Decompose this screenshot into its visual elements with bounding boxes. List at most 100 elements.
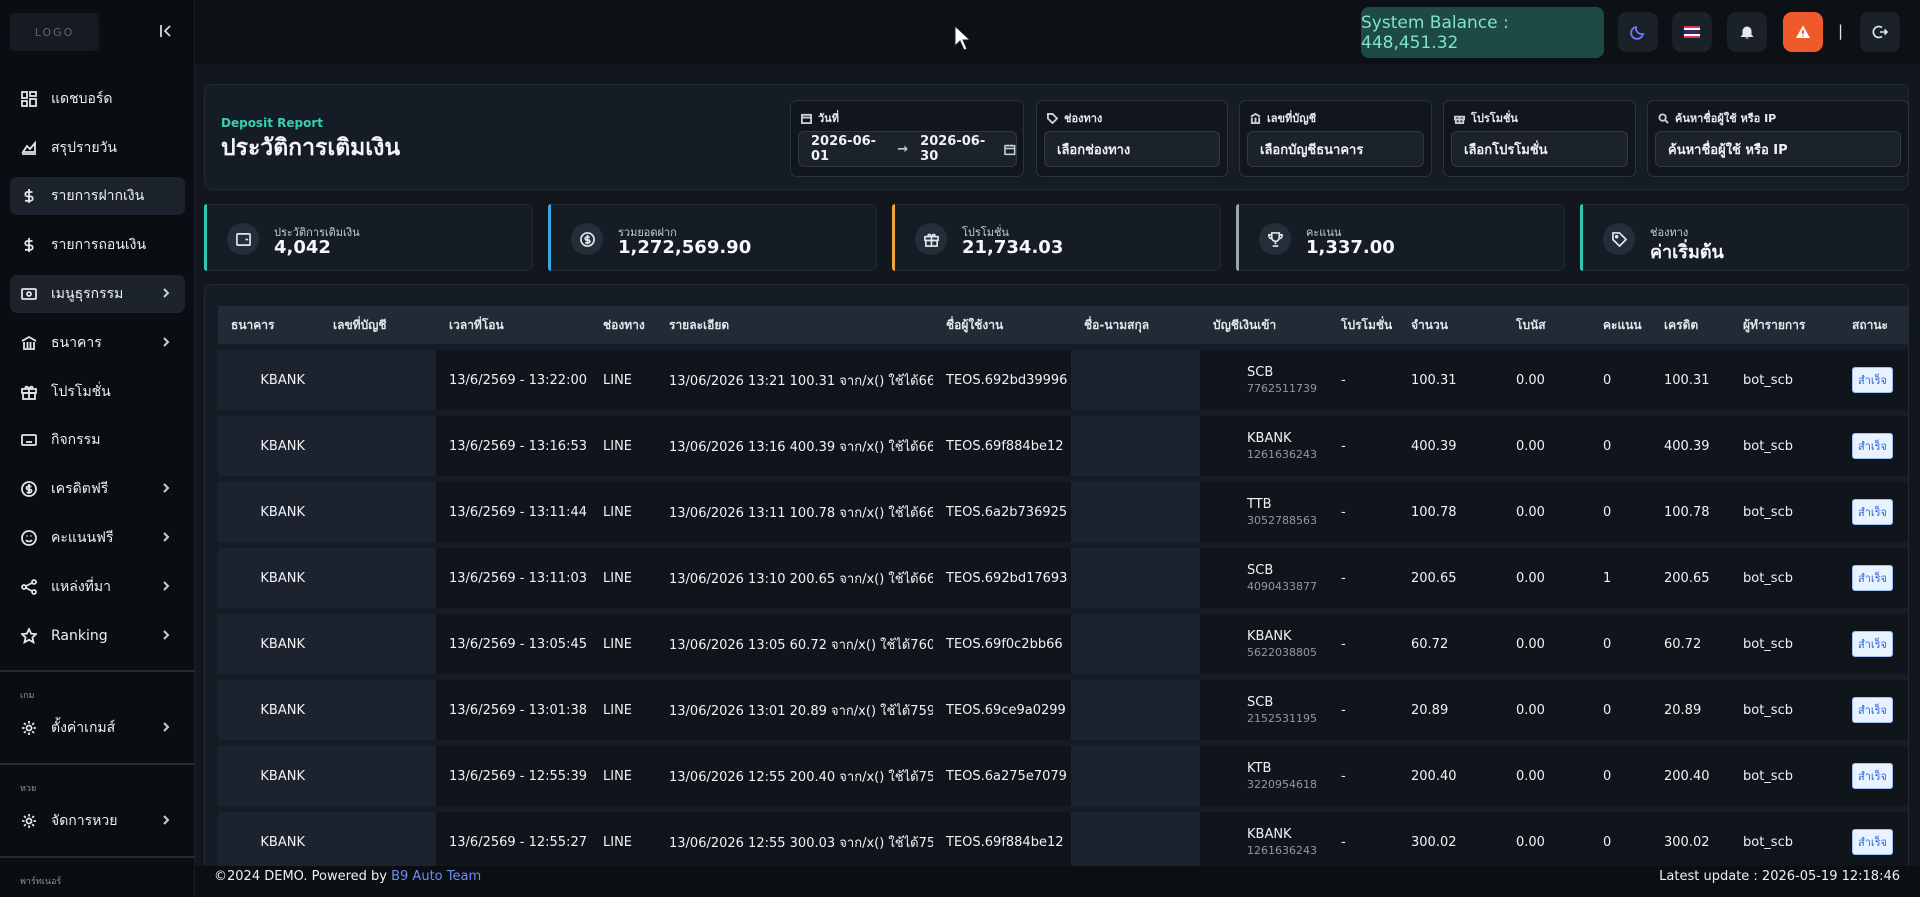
logout-icon (1872, 25, 1888, 39)
sidebar-item-promotion[interactable]: โปรโมชั่น (10, 373, 185, 411)
account-cell (320, 482, 436, 542)
table-row[interactable]: KBANK 13/6/2569 - 13:05:45 LINE 13/06/2026 … (218, 614, 1908, 674)
points-cell: 0 (1590, 746, 1651, 806)
deposit-table: ธนาคาร เลขที่บัญชี เวลาที่โอน ช่องทาง รายละเ… (218, 300, 1908, 878)
column-header[interactable]: ชื่อ-นามสกุล (1071, 306, 1200, 344)
table-row[interactable]: KBANK 13/6/2569 - 12:55:27 LINE 13/06/2026 … (218, 812, 1908, 872)
column-header[interactable]: ผู้ทำรายการ (1730, 306, 1839, 344)
bonus-cell: 0.00 (1503, 482, 1590, 542)
copyright: ©2024 DEMO. Powered by B9 Auto Team (214, 869, 481, 884)
channel-cell: LINE (590, 812, 656, 872)
filter-label: เลขที่บัญชี (1267, 112, 1317, 125)
status-badge[interactable]: สำเร็จ (1852, 829, 1894, 855)
sidebar-item-dashboard[interactable]: แดชบอร์ด (10, 80, 185, 118)
date-range-input[interactable]: 2026-06-01 → 2026-06-30 (798, 131, 1017, 167)
alert-button[interactable] (1783, 12, 1823, 52)
sidebar-item-sources[interactable]: แหล่งที่มา (10, 568, 185, 606)
sidebar-item-free-credit[interactable]: เครดิตฟรี (10, 470, 185, 508)
status-cell: สำเร็จ (1839, 350, 1908, 410)
account-select[interactable]: เลือกบัญชีธนาคาร (1247, 131, 1424, 167)
bank-cell: KBANK (218, 812, 320, 872)
logout-button[interactable] (1860, 12, 1900, 52)
sidebar-item-bank[interactable]: ธนาคาร (10, 324, 185, 362)
fullname-cell (1071, 812, 1200, 872)
status-badge[interactable]: สำเร็จ (1852, 631, 1894, 657)
inbound-account-cell: SCB 4090433877 (1200, 548, 1328, 608)
inbound-account-cell: KBANK 1261636243 (1200, 416, 1328, 476)
chevron-right-icon (159, 628, 173, 642)
fullname-cell (1071, 746, 1200, 806)
theme-toggle-button[interactable] (1618, 12, 1658, 52)
account-cell (320, 680, 436, 740)
bank-cell: KBANK (218, 482, 320, 542)
column-header[interactable]: สถานะ (1839, 306, 1908, 344)
status-badge[interactable]: สำเร็จ (1852, 433, 1894, 459)
divider (0, 763, 195, 765)
team-link[interactable]: B9 Auto Team (391, 869, 481, 884)
inbound-bank: TTB (1247, 497, 1272, 512)
column-header[interactable]: ช่องทาง (590, 306, 656, 344)
column-header[interactable]: จำนวน (1398, 306, 1503, 344)
promotion-select[interactable]: เลือกโปรโมชั่น (1451, 131, 1628, 167)
table-row[interactable]: KBANK 13/6/2569 - 13:01:38 LINE 13/06/2026 … (218, 680, 1908, 740)
sidebar-item-label: รายการถอนเงิน (51, 237, 147, 253)
sidebar-item-game-settings[interactable]: ตั้งค่าเกมส์ (10, 709, 185, 747)
sidebar-item-transactions[interactable]: เมนูธุรกรรม (10, 275, 185, 313)
time-cell: 13/6/2569 - 13:11:03 (436, 548, 590, 608)
date-to[interactable]: 2026-06-30 (920, 134, 994, 164)
page-title: ประวัติการเติมเงิน (221, 135, 401, 161)
status-badge[interactable]: สำเร็จ (1852, 565, 1894, 591)
status-badge[interactable]: สำเร็จ (1852, 697, 1894, 723)
column-header[interactable]: เลขที่บัญชี (320, 306, 436, 344)
date-from[interactable]: 2026-06-01 (811, 134, 885, 164)
column-header[interactable]: บัญชีเงินเข้า (1200, 306, 1328, 344)
search-input[interactable]: ค้นหาชื่อผู้ใช้ หรือ IP (1655, 131, 1901, 167)
sidebar-item-lotto-manage[interactable]: จัดการหวย (10, 802, 185, 840)
language-button[interactable] (1672, 12, 1712, 52)
sidebar-item-free-points[interactable]: คะแนนฟรี (10, 519, 185, 557)
sidebar-item-ranking[interactable]: Ranking (10, 617, 185, 655)
warning-icon (1796, 25, 1810, 38)
sidebar-item-label: กิจกรรม (51, 432, 101, 448)
column-header[interactable]: เวลาที่โอน (436, 306, 590, 344)
sidebar-item-daily-summary[interactable]: สรุปรายวัน (10, 129, 185, 167)
table-row[interactable]: KBANK 13/6/2569 - 12:55:39 LINE 13/06/2026 … (218, 746, 1908, 806)
column-header[interactable]: ธนาคาร (218, 306, 320, 344)
table-row[interactable]: KBANK 13/6/2569 - 13:16:53 LINE 13/06/2026 … (218, 416, 1908, 476)
collapse-sidebar-icon[interactable] (158, 23, 174, 39)
tag-icon (1047, 112, 1058, 124)
points-cell: 0 (1590, 812, 1651, 872)
section-label-game: เกม (20, 691, 35, 701)
points-cell: 0 (1590, 680, 1651, 740)
column-header[interactable]: โปรโมชั่น (1328, 306, 1398, 344)
notification-button[interactable] (1727, 12, 1767, 52)
table-row[interactable]: KBANK 13/6/2569 - 13:22:00 LINE 13/06/2026 … (218, 350, 1908, 410)
dollar-icon (20, 236, 38, 254)
status-badge[interactable]: สำเร็จ (1852, 763, 1894, 789)
column-header[interactable]: เครดิต (1651, 306, 1730, 344)
channel-select[interactable]: เลือกช่องทาง (1044, 131, 1220, 167)
status-badge[interactable]: สำเร็จ (1852, 499, 1894, 525)
bonus-cell: 0.00 (1503, 812, 1590, 872)
account-cell (320, 416, 436, 476)
promotion-cell: - (1328, 614, 1398, 674)
table-row[interactable]: KBANK 13/6/2569 - 13:11:03 LINE 13/06/2026 … (218, 548, 1908, 608)
column-header[interactable]: คะแนน (1590, 306, 1651, 344)
column-header[interactable]: รายละเอียด (656, 306, 933, 344)
table-row[interactable]: KBANK 13/6/2569 - 13:11:44 LINE 13/06/2026 … (218, 482, 1908, 542)
sidebar-item-deposits[interactable]: รายการฝากเงิน (10, 177, 185, 215)
fullname-cell (1071, 350, 1200, 410)
time-cell: 13/6/2569 - 12:55:39 (436, 746, 590, 806)
bonus-cell: 0.00 (1503, 350, 1590, 410)
column-header[interactable]: โบนัส (1503, 306, 1590, 344)
bonus-cell: 0.00 (1503, 548, 1590, 608)
points-cell: 0 (1590, 350, 1651, 410)
column-header[interactable]: ชื่อผู้ใช้งาน (933, 306, 1071, 344)
logo[interactable]: LOGO (10, 13, 99, 51)
sidebar-item-activity[interactable]: กิจกรรม (10, 421, 185, 459)
detail-cell: 13/06/2026 13:01 20.89 จาก/x() ใช้ได้759… (656, 680, 933, 740)
sidebar-item-withdrawals[interactable]: รายการถอนเงิน (10, 226, 185, 264)
page-subtitle: Deposit Report (221, 116, 323, 130)
status-badge[interactable]: สำเร็จ (1852, 367, 1894, 393)
credit-cell: 60.72 (1651, 614, 1730, 674)
